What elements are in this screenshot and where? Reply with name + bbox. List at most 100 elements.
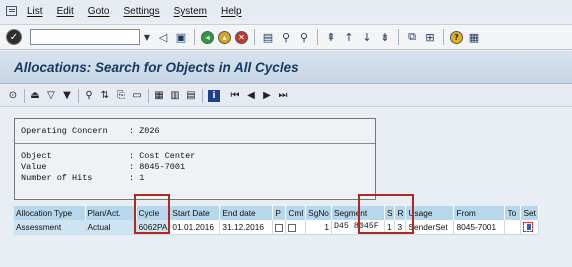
col-cycle[interactable]: Cycle: [136, 206, 171, 220]
enter-icon[interactable]: ✓: [6, 29, 22, 45]
standard-toolbar: ✓ ▼ ◁ ▣ ◂ ▴ ✕ ▤ ⚲ ⚲ ⇞ ↑ ↓ ⇟ ⧉ ⊞ ? ▦: [0, 24, 572, 50]
col-segment[interactable]: Segment: [331, 206, 385, 220]
menu-goto[interactable]: Goto: [88, 6, 110, 17]
cancel-icon[interactable]: ✕: [235, 30, 248, 44]
col-to[interactable]: To: [504, 206, 522, 220]
cell-start-date[interactable]: 01.01.2016: [169, 220, 221, 235]
set-selection-icon[interactable]: [523, 222, 534, 233]
info-icon[interactable]: i: [208, 89, 220, 102]
filter-set-icon[interactable]: ▼: [62, 90, 72, 101]
list-content: Operating Concern : Z026 Object : Cost Cen…: [0, 108, 572, 267]
export-icon[interactable]: ⎘: [116, 90, 126, 101]
find-icon[interactable]: ⚲: [84, 90, 94, 101]
exit-icon[interactable]: ▴: [218, 30, 231, 44]
command-dropdown-icon[interactable]: ▼: [140, 29, 154, 45]
results-table: Allocation Type Plan/Act. Cycle Start Da…: [14, 206, 539, 235]
cell-sgno[interactable]: 1: [305, 220, 332, 235]
cml-checkbox[interactable]: [288, 223, 297, 232]
new-session-icon[interactable]: ⧉: [405, 29, 419, 45]
cell-allocation-type[interactable]: Assessment: [14, 220, 86, 235]
menu-system[interactable]: System: [174, 6, 207, 17]
grid-icon[interactable]: ▦: [154, 90, 164, 101]
toolbar-separator: [202, 88, 203, 103]
operating-concern-value: : Z026: [129, 126, 160, 136]
col-r[interactable]: R: [394, 206, 407, 220]
divider: [15, 143, 375, 144]
print-icon[interactable]: ▤: [261, 29, 275, 45]
prev-page-icon[interactable]: ↑: [342, 29, 356, 45]
results-table-wrapper: Allocation Type Plan/Act. Cycle Start Da…: [14, 194, 572, 235]
segment-name: D45: [333, 222, 349, 232]
selection-info-box: Operating Concern : Z026 Object : Cost Cen…: [14, 118, 376, 200]
cell-p: [272, 220, 287, 235]
hits-value: : 1: [129, 173, 145, 183]
cell-to[interactable]: [504, 220, 522, 235]
table-row[interactable]: Assessment Actual 6062PA 01.01.2016 31.1…: [14, 220, 539, 235]
menu-settings[interactable]: Settings: [123, 6, 159, 17]
col-from[interactable]: From: [453, 206, 506, 220]
col-set[interactable]: Set: [520, 206, 539, 220]
col-s[interactable]: S: [384, 206, 396, 220]
find-icon[interactable]: ⚲: [279, 29, 293, 45]
menu-bar: List Edit Goto Settings System Help: [0, 0, 572, 22]
toolbar-separator: [194, 29, 195, 45]
cell-set: [520, 220, 539, 235]
help-icon[interactable]: ?: [450, 30, 463, 44]
print-list-icon[interactable]: ⏏: [30, 90, 40, 101]
cell-from[interactable]: 8045-7001: [453, 220, 506, 235]
value-row: Value: 8045-7001: [21, 162, 185, 172]
previous-icon[interactable]: ◀: [246, 90, 256, 101]
col-plan-act[interactable]: Plan/Act.: [85, 206, 137, 220]
p-checkbox[interactable]: [275, 223, 284, 232]
last-page-icon[interactable]: ⇟: [378, 29, 392, 45]
toolbar-separator: [148, 88, 149, 103]
object-row: Object : Cost Center: [21, 151, 195, 161]
col-cml[interactable]: Cml: [285, 206, 307, 220]
menu-list[interactable]: List: [27, 6, 43, 17]
next-icon[interactable]: ▶: [262, 90, 272, 101]
title-bar: Allocations: Search for Objects in All C…: [0, 51, 572, 84]
next-page-icon[interactable]: ↓: [360, 29, 374, 45]
layout-icon[interactable]: ▭: [132, 90, 142, 101]
cell-r[interactable]: 3: [394, 220, 407, 235]
cell-segment[interactable]: D45 8045F: [331, 220, 385, 235]
operating-concern-row: Operating Concern : Z026: [21, 126, 160, 136]
segment-code: 8045F: [353, 222, 379, 232]
col-start-date[interactable]: Start Date: [169, 206, 221, 220]
columns-icon[interactable]: ▥: [170, 90, 180, 101]
cell-cycle[interactable]: 6062PA: [136, 220, 171, 235]
operating-concern-label: Operating Concern: [21, 126, 108, 136]
table-icon[interactable]: ▤: [186, 90, 196, 101]
save-icon[interactable]: ▣: [174, 29, 188, 45]
cell-s[interactable]: 1: [384, 220, 396, 235]
layout-icon[interactable]: ▦: [467, 29, 481, 45]
sort-icon[interactable]: ⇅: [100, 90, 110, 101]
cell-plan-act[interactable]: Actual: [85, 220, 137, 235]
find-next-icon[interactable]: ⚲: [297, 29, 311, 45]
system-menu-icon[interactable]: [6, 6, 17, 16]
cell-end-date[interactable]: 31.12.2016: [219, 220, 274, 235]
details-icon[interactable]: ⊙: [8, 90, 18, 101]
first-icon[interactable]: ⏮: [230, 90, 240, 101]
menu-edit[interactable]: Edit: [57, 6, 74, 17]
object-label: Object: [21, 151, 52, 161]
col-end-date[interactable]: End date: [219, 206, 274, 220]
toolbar-separator: [254, 29, 255, 45]
object-value: : Cost Center: [129, 151, 196, 161]
col-allocation-type[interactable]: Allocation Type: [14, 206, 86, 220]
last-icon[interactable]: ⏭: [278, 90, 288, 101]
col-p[interactable]: P: [272, 206, 287, 220]
first-page-icon[interactable]: ⇞: [324, 29, 338, 45]
back-icon[interactable]: ◁: [156, 29, 170, 45]
toolbar-separator: [443, 29, 444, 45]
menu-help[interactable]: Help: [221, 6, 242, 17]
hits-row: Number of Hits: 1: [21, 173, 144, 183]
shortcut-icon[interactable]: ⊞: [423, 29, 437, 45]
toolbar-separator: [24, 88, 25, 103]
command-field[interactable]: [30, 29, 140, 45]
col-usage[interactable]: Usage: [405, 206, 455, 220]
back-green-icon[interactable]: ◂: [201, 30, 214, 44]
filter-icon[interactable]: ▽: [46, 90, 56, 101]
cell-usage[interactable]: SenderSet: [405, 220, 455, 235]
col-sgno[interactable]: SgNo: [305, 206, 332, 220]
